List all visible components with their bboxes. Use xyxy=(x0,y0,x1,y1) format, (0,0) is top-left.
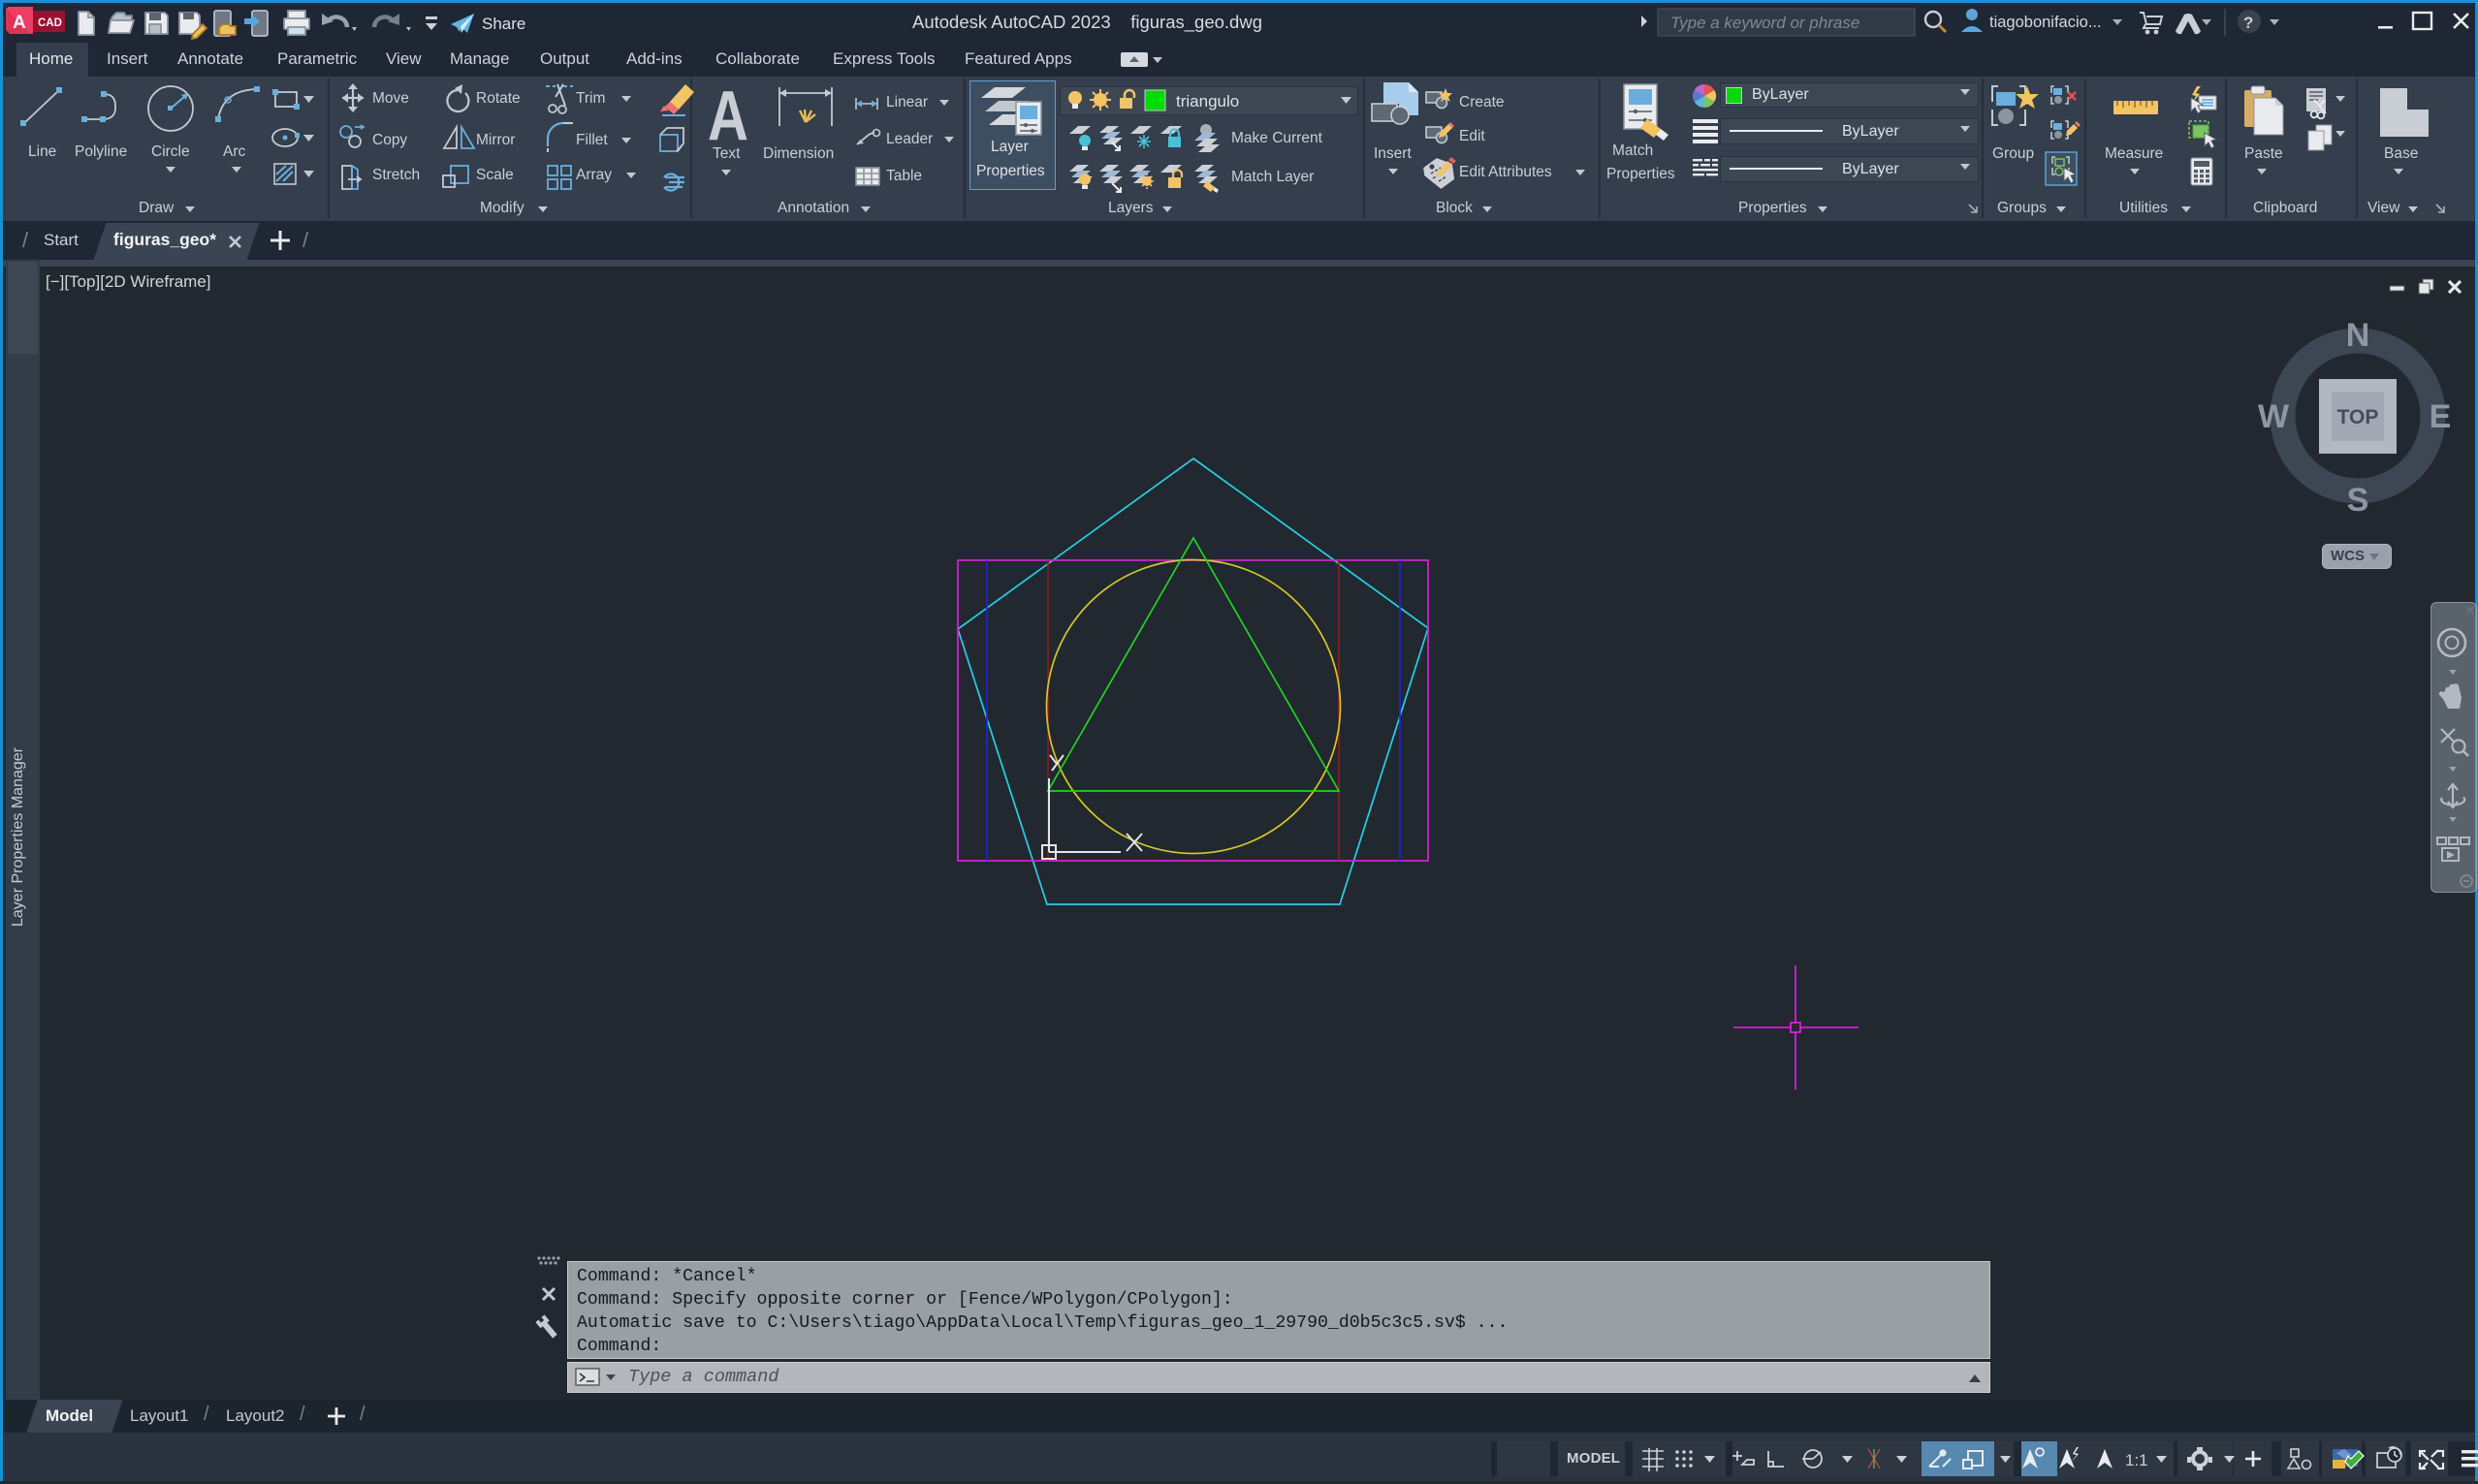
svg-text:W: W xyxy=(2258,398,2290,435)
svg-text:S: S xyxy=(2347,482,2369,519)
svg-text:1:1: 1:1 xyxy=(2125,1451,2148,1469)
svg-text:TOP: TOP xyxy=(2337,406,2379,428)
svg-text:N: N xyxy=(2346,317,2370,354)
svg-text:E: E xyxy=(2430,398,2452,435)
